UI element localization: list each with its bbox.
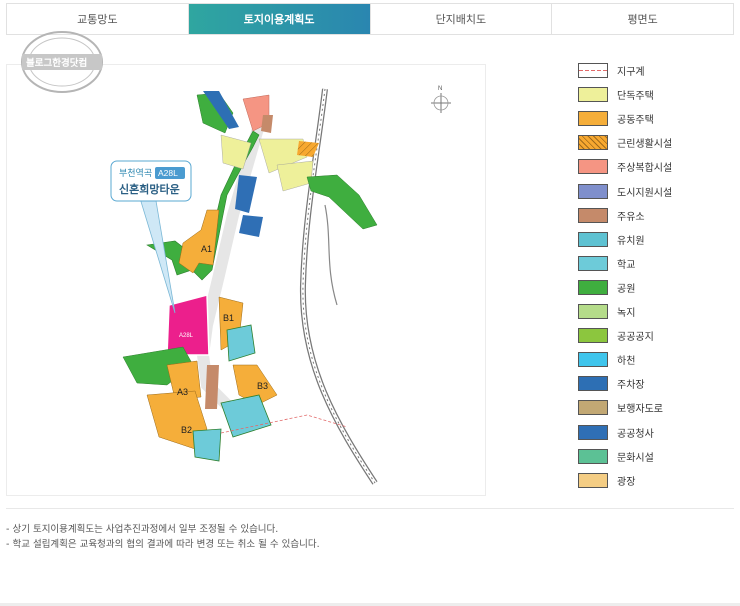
- legend-label: 주차장: [617, 380, 645, 392]
- legend-swatch: [578, 448, 608, 464]
- legend-item: 공공공지: [578, 327, 654, 344]
- legend-label: 공공청사: [617, 428, 654, 440]
- legend-item: 보행자도로: [578, 399, 663, 416]
- legend-swatch: [578, 159, 608, 175]
- label-a1: A1: [201, 244, 212, 254]
- legend-swatch: [578, 304, 608, 319]
- legend-label: 주유소: [617, 211, 645, 223]
- legend-swatch: [578, 63, 608, 78]
- legend-swatch: [578, 111, 608, 127]
- legend-item: 주유소: [578, 207, 645, 224]
- legend-item: 하천: [578, 351, 635, 368]
- legend-swatch: [578, 207, 608, 223]
- label-b2: B2: [181, 425, 192, 435]
- legend-label: 녹지: [617, 308, 636, 319]
- legend-item: 녹지: [578, 303, 635, 320]
- legend-swatch: [578, 87, 608, 103]
- label-a28l: A28L: [179, 333, 194, 339]
- detached-houses-c: [276, 160, 314, 192]
- parking-b3: [205, 365, 219, 409]
- legend-swatch: [578, 352, 608, 368]
- legend-item: 학교: [578, 255, 635, 272]
- stream-line: [324, 204, 338, 306]
- school-b1: [226, 324, 256, 362]
- legend-label: 하천: [617, 356, 636, 368]
- legend-item: 문화시설: [578, 448, 654, 465]
- legend-label: 보행자도로: [617, 404, 663, 416]
- legend-item: 도시지원시설: [578, 183, 672, 200]
- tab-site-layout[interactable]: 단지배치도: [370, 4, 553, 34]
- north-arrow-icon: N: [431, 86, 451, 113]
- note-2: - 학교 설립계획은 교육청과의 협의 결과에 따라 변경 또는 취소 될 수 …: [6, 539, 320, 550]
- legend-label: 광장: [617, 476, 636, 488]
- legend-item: 주차장: [578, 375, 645, 392]
- legend-item: 주상복합시설: [578, 158, 672, 175]
- legend-item: 단독주택: [578, 86, 654, 103]
- watermark-text: 블로그한경닷컴: [26, 57, 87, 69]
- legend-item: 공원: [578, 279, 635, 296]
- svg-text:N: N: [438, 86, 442, 92]
- tab-bar: 교통망도 토지이용계획도 단지배치도 평면도: [6, 3, 734, 35]
- legend-item: 공공청사: [578, 424, 654, 441]
- legend-item: 유치원: [578, 231, 645, 248]
- label-a3: A3: [177, 387, 188, 397]
- legend-swatch: [578, 472, 608, 488]
- legend-label: 문화시설: [617, 452, 654, 464]
- notes: - 상기 토지이용계획도는 사업추진과정에서 일부 조정될 수 있습니다. - …: [6, 522, 734, 552]
- callout-line2: 신혼희망타운: [119, 182, 180, 196]
- legend-item: 근린생활시설: [578, 134, 672, 151]
- legend-swatch: [578, 279, 608, 295]
- public-building-b: [239, 215, 263, 237]
- legend-swatch: [578, 400, 608, 416]
- legend-swatch: [578, 183, 608, 199]
- legend-label: 도시지원시설: [617, 187, 673, 199]
- divider: [6, 508, 734, 509]
- legend-label: 학교: [617, 259, 636, 271]
- callout-line1: 부천역곡: [119, 168, 152, 178]
- land-use-map: A1 A28L B1 A3 B3 B2 부천역곡 A28L 신혼희망타운 N: [6, 64, 486, 496]
- legend-label: 지구계: [617, 67, 645, 78]
- legend-item: 지구계: [578, 62, 645, 79]
- legend-swatch: [578, 135, 608, 151]
- legend-label: 근린생활시설: [617, 139, 673, 151]
- label-b3: B3: [257, 381, 268, 391]
- gas-station: [261, 115, 273, 133]
- legend-label: 공동주택: [617, 115, 654, 127]
- tab-land-use[interactable]: 토지이용계획도: [188, 4, 371, 34]
- legend-label: 단독주택: [617, 91, 654, 103]
- callout-tag: A28L: [158, 168, 178, 178]
- tab-floor-plan[interactable]: 평면도: [552, 4, 733, 34]
- green-east: [306, 174, 378, 230]
- legend-swatch: [578, 255, 608, 271]
- legend-swatch: [578, 328, 608, 344]
- legend-label: 공공공지: [617, 332, 654, 344]
- legend-swatch: [578, 376, 608, 392]
- legend-swatch: [578, 424, 608, 440]
- legend-label: 공원: [617, 283, 636, 295]
- legend-label: 주상복합시설: [617, 163, 673, 175]
- legend-label: 유치원: [617, 235, 645, 247]
- watermark-stamp: 블로그한경닷컴: [20, 30, 104, 94]
- legend-swatch: [578, 231, 608, 247]
- label-b1: B1: [223, 313, 234, 323]
- legend-item: 공동주택: [578, 110, 654, 127]
- legend-item: 광장: [578, 472, 635, 489]
- park-b2: [192, 428, 222, 462]
- note-1: - 상기 토지이용계획도는 사업추진과정에서 일부 조정될 수 있습니다.: [6, 524, 279, 535]
